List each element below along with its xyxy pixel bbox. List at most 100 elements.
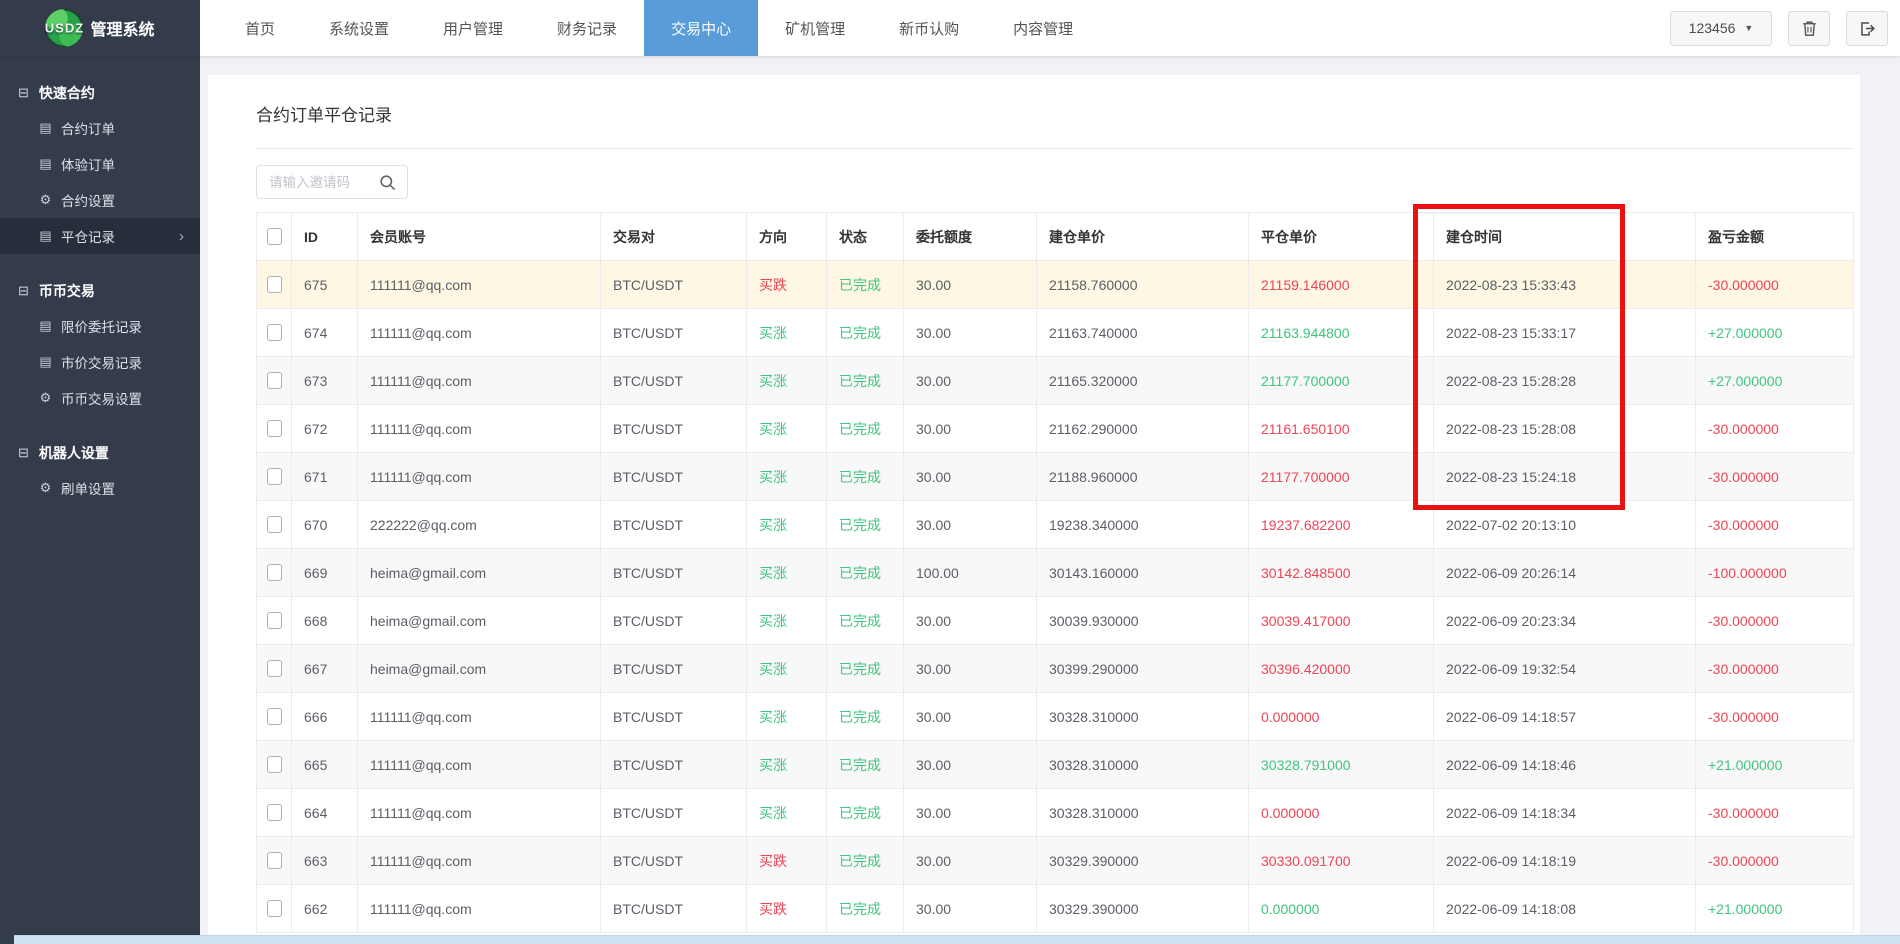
row-checkbox[interactable] [266,276,282,294]
cell-status: 已完成 [826,308,904,357]
cell-direction: 买涨 [746,548,827,597]
cell-amount: 100.00 [903,548,1037,597]
content-card: 合约订单平仓记录 ID会员账号交易对方向状态委托额度建仓单价平仓单价建仓时间盈亏… [208,75,1860,944]
row-checkbox[interactable] [266,804,282,822]
cell-close-price: 0.000000 [1248,884,1434,933]
cell-direction: 买跌 [746,836,827,885]
cell-close-price: 30039.417000 [1248,596,1434,645]
row-checkbox[interactable] [266,420,282,438]
row-checkbox[interactable] [266,612,282,630]
cell-pair: BTC/USDT [600,356,747,405]
sidebar-group-0[interactable]: ⊟ 快速合约 [0,76,200,110]
horizontal-scrollbar[interactable] [14,935,1900,944]
app-logo: USDZ 管理系统 [0,0,200,56]
cell-open-time: 2022-06-09 14:18:57 [1433,692,1696,741]
column-header-建仓时间: 建仓时间 [1433,212,1696,261]
row-checkbox[interactable] [266,516,282,534]
sidebar-group-label: 币币交易 [38,283,95,299]
cell-account: 111111@qq.com [357,404,601,453]
cell-account: 111111@qq.com [357,836,601,885]
row-checkbox[interactable] [266,468,282,486]
gear-icon: ⚙ [39,390,52,405]
cell-open-price: 30328.310000 [1036,740,1249,789]
cell-id: 670 [291,500,358,549]
cell-open-time: 2022-06-09 20:26:14 [1433,548,1696,597]
nav-item-7[interactable]: 内容管理 [986,0,1100,56]
nav-item-6[interactable]: 新币认购 [872,0,986,56]
row-checkbox[interactable] [266,852,282,870]
cell-id: 669 [291,548,358,597]
gear-icon: ⚙ [39,480,52,495]
cell-pair: BTC/USDT [600,884,747,933]
row-checkbox[interactable] [266,756,282,774]
cell-open-price: 21165.320000 [1036,356,1249,405]
sidebar-group-2[interactable]: ⊟ 机器人设置 [0,436,200,470]
row-checkbox[interactable] [266,324,282,342]
sidebar-group-1[interactable]: ⊟ 币币交易 [0,274,200,308]
cell-open-time: 2022-08-23 15:28:08 [1433,404,1696,453]
cell-status: 已完成 [826,356,904,405]
nav-item-4[interactable]: 交易中心 [644,0,759,56]
sidebar-item-市价交易记录[interactable]: ▤市价交易记录› [0,344,200,380]
cell-direction: 买涨 [746,596,827,645]
trash-button[interactable] [1788,10,1830,46]
cell-id: 674 [291,308,358,357]
cell-pair: BTC/USDT [600,452,747,501]
row-checkbox[interactable] [266,564,282,582]
sidebar-item-限价委托记录[interactable]: ▤限价委托记录› [0,308,200,344]
account-dropdown[interactable]: 123456 ▼ [1670,10,1772,46]
row-checkbox[interactable] [266,900,282,918]
row-checkbox[interactable] [266,372,282,390]
nav-item-0[interactable]: 首页 [218,0,302,56]
cell-close-price: 21177.700000 [1248,452,1434,501]
table-row: 665 111111@qq.com BTC/USDT 买涨 已完成 30.00 30328.… [256,740,1854,789]
cell-id: 663 [291,836,358,885]
row-checkbox[interactable] [266,660,282,678]
select-all-checkbox[interactable] [266,228,282,246]
sidebar-item-平仓记录[interactable]: ▤ 平仓记录 › [0,218,200,254]
cell-direction: 买涨 [746,740,827,789]
cell-open-time: 2022-06-09 20:23:34 [1433,596,1696,645]
collapse-icon: ⊟ [18,85,29,100]
sidebar-item-label: 合约设置 [61,194,115,209]
table-row: 671 111111@qq.com BTC/USDT 买涨 已完成 30.00 21188.… [256,452,1854,501]
sidebar-item-合约订单[interactable]: ▤合约订单› [0,110,200,146]
collapse-icon: ⊟ [18,445,29,460]
cell-open-price: 21163.740000 [1036,308,1249,357]
cell-account: heima@gmail.com [357,644,601,693]
sidebar-item-合约设置[interactable]: ⚙合约设置› [0,182,200,218]
cell-status: 已完成 [826,644,904,693]
cell-open-price: 21162.290000 [1036,404,1249,453]
cell-open-time: 2022-07-02 20:13:10 [1433,500,1696,549]
nav-item-5[interactable]: 矿机管理 [758,0,872,56]
nav-item-1[interactable]: 系统设置 [302,0,416,56]
table-row: 664 111111@qq.com BTC/USDT 买涨 已完成 30.00 30328.… [256,788,1854,837]
row-checkbox[interactable] [266,708,282,726]
cell-account: 111111@qq.com [357,260,601,309]
cell-close-price: 0.000000 [1248,692,1434,741]
sidebar-item-刷单设置[interactable]: ⚙刷单设置› [0,470,200,506]
column-header-方向: 方向 [746,212,827,261]
sidebar-item-体验订单[interactable]: ▤体验订单› [0,146,200,182]
nav-item-2[interactable]: 用户管理 [416,0,530,56]
cell-amount: 30.00 [903,404,1037,453]
cell-id: 672 [291,404,358,453]
cell-pnl: -30.000000 [1695,596,1854,645]
search-icon[interactable] [378,173,397,192]
sidebar-group-label: 快速合约 [38,85,95,101]
collapse-icon: ⊟ [18,283,29,298]
cell-id: 673 [291,356,358,405]
cell-direction: 买跌 [746,260,827,309]
cell-open-price: 30039.930000 [1036,596,1249,645]
table-row: 663 111111@qq.com BTC/USDT 买跌 已完成 30.00 30329.… [256,836,1854,885]
cell-pair: BTC/USDT [600,740,747,789]
sidebar-item-币币交易设置[interactable]: ⚙币币交易设置› [0,380,200,416]
cell-amount: 30.00 [903,500,1037,549]
sidebar-item-label: 限价委托记录 [61,320,142,335]
cell-amount: 30.00 [903,836,1037,885]
logout-button[interactable] [1846,10,1888,46]
cell-pnl: -30.000000 [1695,404,1854,453]
nav-item-3[interactable]: 财务记录 [530,0,644,56]
sidebar-item-label: 市价交易记录 [61,356,142,371]
cell-account: 111111@qq.com [357,692,601,741]
